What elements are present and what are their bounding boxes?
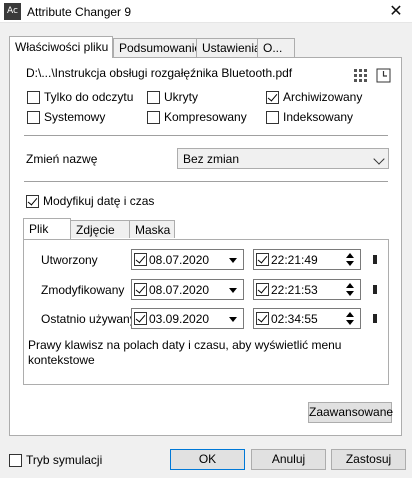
separator bbox=[24, 135, 388, 136]
indexed-label: Indeksowany bbox=[283, 110, 354, 124]
spin-down-icon[interactable] bbox=[346, 261, 354, 266]
chevron-down-icon bbox=[373, 153, 385, 165]
created-time-picker[interactable]: 22:21:49 bbox=[253, 249, 361, 270]
hidden-label: Ukryty bbox=[164, 90, 198, 104]
accessed-date-value: 03.09.2020 bbox=[149, 311, 210, 326]
spin-down-icon[interactable] bbox=[346, 291, 354, 296]
tab-file[interactable]: Plik bbox=[23, 218, 71, 239]
dropdown-arrow-icon[interactable] bbox=[229, 288, 237, 293]
created-time-value: 22:21:49 bbox=[271, 252, 318, 267]
indexed-checkbox[interactable]: Indeksowany bbox=[266, 109, 353, 125]
main-tabs: Właściwości pliku Podsumowanie Ustawieni… bbox=[9, 36, 399, 58]
grid-icon[interactable] bbox=[354, 69, 368, 83]
tab-summary[interactable]: Podsumowanie bbox=[113, 38, 201, 57]
modify-datetime-checkbox[interactable]: Modyfikuj datę i czas bbox=[26, 193, 154, 209]
hidden-checkbox-box[interactable] bbox=[147, 90, 160, 104]
title-bar: Ac Attribute Changer 9 ✕ bbox=[0, 0, 412, 23]
created-time-checkbox[interactable] bbox=[256, 253, 269, 266]
spin-down-icon[interactable] bbox=[346, 320, 354, 325]
accessed-date-picker[interactable]: 03.09.2020 bbox=[131, 308, 244, 329]
tab-file-properties[interactable]: Właściwości pliku bbox=[9, 36, 113, 58]
dropdown-arrow-icon[interactable] bbox=[229, 258, 237, 263]
tab-about[interactable]: O... bbox=[257, 38, 295, 57]
modified-time-value: 22:21:53 bbox=[271, 282, 318, 297]
created-label: Utworzony bbox=[41, 253, 98, 267]
datetime-tabs: Plik Zdjęcie Maska bbox=[23, 218, 393, 240]
accessed-time-value: 02:34:55 bbox=[271, 311, 318, 326]
archive-label: Archiwizowany bbox=[283, 90, 363, 104]
modify-datetime-checkbox-box[interactable] bbox=[26, 194, 39, 208]
tab-settings[interactable]: Ustawienia bbox=[196, 38, 261, 57]
tab-photo[interactable]: Zdjęcie bbox=[70, 220, 130, 238]
system-label: Systemowy bbox=[44, 110, 106, 124]
separator bbox=[24, 181, 388, 182]
modified-label: Zmodyfikowany bbox=[41, 283, 125, 297]
spin-up-icon[interactable] bbox=[346, 312, 354, 317]
window-title: Attribute Changer 9 bbox=[27, 5, 132, 19]
modify-datetime-label: Modyfikuj datę i czas bbox=[43, 194, 155, 208]
dropdown-arrow-icon[interactable] bbox=[229, 317, 237, 322]
simulation-label: Tryb symulacji bbox=[26, 453, 103, 467]
readonly-checkbox[interactable]: Tylko do odczytu bbox=[27, 89, 133, 105]
tab-mask[interactable]: Maska bbox=[129, 220, 175, 238]
file-path: D:\...\Instrukcja obsługi rozgałęźnika B… bbox=[26, 66, 293, 80]
compressed-label: Kompresowany bbox=[164, 110, 247, 124]
archive-checkbox[interactable]: Archiwizowany bbox=[266, 89, 362, 105]
modified-time-picker[interactable]: 22:21:53 bbox=[253, 279, 361, 300]
rename-select[interactable]: Bez zmian bbox=[177, 148, 389, 169]
clock-icon[interactable] bbox=[376, 68, 391, 83]
modified-time-checkbox[interactable] bbox=[256, 283, 269, 296]
created-date-checkbox[interactable] bbox=[134, 253, 147, 266]
indexed-checkbox-box[interactable] bbox=[266, 110, 279, 124]
close-icon[interactable]: ✕ bbox=[386, 2, 406, 20]
accessed-time-checkbox[interactable] bbox=[256, 312, 269, 325]
created-date-value: 08.07.2020 bbox=[149, 252, 210, 267]
spin-up-icon[interactable] bbox=[346, 253, 354, 258]
simulation-checkbox[interactable]: Tryb symulacji bbox=[9, 452, 102, 468]
system-checkbox[interactable]: Systemowy bbox=[27, 109, 105, 125]
accessed-date-checkbox[interactable] bbox=[134, 312, 147, 325]
accessed-menu-handle-icon[interactable] bbox=[373, 314, 377, 323]
rename-label: Zmień nazwę bbox=[26, 152, 98, 166]
modified-date-checkbox[interactable] bbox=[134, 283, 147, 296]
advanced-button[interactable]: Zaawansowane bbox=[308, 402, 393, 423]
apply-button[interactable]: Zastosuj bbox=[331, 449, 406, 470]
modified-date-picker[interactable]: 08.07.2020 bbox=[131, 279, 244, 300]
hidden-checkbox[interactable]: Ukryty bbox=[147, 89, 198, 105]
system-checkbox-box[interactable] bbox=[27, 110, 40, 124]
archive-checkbox-box[interactable] bbox=[266, 90, 279, 104]
created-date-picker[interactable]: 08.07.2020 bbox=[131, 249, 244, 270]
app-icon: Ac bbox=[4, 3, 21, 20]
rename-select-value: Bez zmian bbox=[183, 152, 240, 166]
accessed-label: Ostatnio używany bbox=[41, 312, 136, 326]
compressed-checkbox[interactable]: Kompresowany bbox=[147, 109, 247, 125]
modified-menu-handle-icon[interactable] bbox=[373, 285, 377, 294]
readonly-label: Tylko do odczytu bbox=[44, 90, 134, 104]
created-menu-handle-icon[interactable] bbox=[373, 255, 377, 264]
readonly-checkbox-box[interactable] bbox=[27, 90, 40, 104]
compressed-checkbox-box[interactable] bbox=[147, 110, 160, 124]
simulation-checkbox-box[interactable] bbox=[9, 453, 22, 467]
file-properties-panel: D:\...\Instrukcja obsługi rozgałęźnika B… bbox=[9, 57, 402, 436]
spin-up-icon[interactable] bbox=[346, 283, 354, 288]
ok-button[interactable]: OK bbox=[170, 449, 245, 470]
modified-date-value: 08.07.2020 bbox=[149, 282, 210, 297]
context-menu-hint: Prawy klawisz na polach daty i czasu, ab… bbox=[28, 338, 342, 367]
cancel-button[interactable]: Anuluj bbox=[251, 449, 326, 470]
accessed-time-picker[interactable]: 02:34:55 bbox=[253, 308, 361, 329]
